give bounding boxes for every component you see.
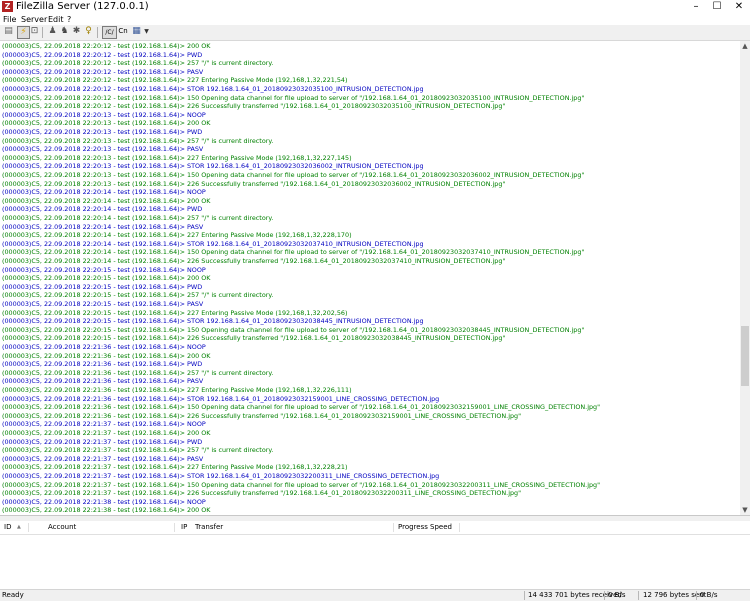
key-icon[interactable]: ♀: [83, 26, 94, 37]
settings-icon[interactable]: ✱: [71, 26, 82, 37]
log-response-line: (000003)C5, 22.09.2018 22:21:37 - test (…: [2, 480, 601, 489]
log-response-line: (000003)C5, 22.09.2018 22:20:12 - test (…: [2, 59, 274, 68]
close-button[interactable]: ✕: [729, 0, 749, 14]
log-command-line: (000003)C5, 22.09.2018 22:20:14 - test (…: [2, 239, 424, 248]
log-response-line: (000003)C5, 22.09.2018 22:21:37 - test (…: [2, 446, 274, 455]
lock-icon[interactable]: ⊡: [29, 26, 40, 37]
menu-file[interactable]: File: [3, 14, 16, 25]
log-command-line: (000003)C5, 22.09.2018 22:21:37 - test (…: [2, 472, 440, 480]
log-response-line: (000003)C5, 22.09.2018 22:20:15 - test (…: [2, 274, 211, 283]
log-response-line: (000003)C5, 22.09.2018 22:21:38 - test (…: [2, 506, 211, 515]
server-online-icon[interactable]: ▤: [3, 26, 14, 37]
log-command-line: (000003)C5, 22.09.2018 22:20:15 - test (…: [2, 282, 203, 291]
path-toggle-button[interactable]: /C/: [102, 26, 117, 39]
log-response-line: (000003)C5, 22.09.2018 22:21:36 - test (…: [2, 368, 274, 377]
column-account[interactable]: Account: [48, 521, 76, 534]
log-command-line: (000003)C5, 22.09.2018 22:21:37 - test (…: [2, 437, 203, 446]
log-response-line: (000003)C5, 22.09.2018 22:20:13 - test (…: [2, 136, 274, 145]
log-response-line: (000003)C5, 22.09.2018 22:20:14 - test (…: [2, 231, 352, 240]
log-command-line: (000003)C5, 22.09.2018 22:20:13 - test (…: [2, 110, 206, 119]
column-transfer[interactable]: Transfer: [195, 521, 223, 534]
log-pane[interactable]: (000003)C5, 22.09.2018 22:20:12 - test (…: [0, 41, 740, 515]
send-speed: 0 B/s: [700, 591, 718, 599]
log-response-line: (000003)C5, 22.09.2018 22:20:14 - test (…: [2, 257, 506, 265]
log-response-line: (000003)C5, 22.09.2018 22:20:13 - test (…: [2, 179, 506, 188]
log-command-line: (000003)C5, 22.09.2018 22:20:15 - test (…: [2, 317, 424, 326]
log-command-line: (000003)C5, 22.09.2018 22:20:12 - test (…: [2, 67, 204, 76]
log-command-line: (000003)C5, 22.09.2018 22:20:12 - test (…: [2, 85, 424, 93]
sort-arrow-icon: ▲: [17, 524, 21, 530]
column-id[interactable]: ID: [4, 521, 11, 534]
scrollbar-thumb[interactable]: [741, 326, 749, 386]
menu-edit[interactable]: Edit: [48, 14, 64, 25]
log-command-line: (000003)C5, 22.09.2018 22:20:15 - test (…: [2, 265, 206, 274]
filezilla-app-icon: Z: [2, 1, 13, 12]
log-command-line: (000003)C5, 22.09.2018 22:21:37 - test (…: [2, 454, 204, 463]
user-icon[interactable]: ♟: [47, 26, 58, 37]
cn-toggle-button[interactable]: Cn: [117, 26, 129, 37]
scroll-down-icon[interactable]: ▼: [740, 505, 750, 515]
log-response-line: (000003)C5, 22.09.2018 22:20:14 - test (…: [2, 214, 274, 222]
menu-bar: File Server Edit ?: [0, 14, 750, 25]
log-response-line: (000003)C5, 22.09.2018 22:21:36 - test (…: [2, 351, 211, 360]
title-bar: Z FileZilla Server (127.0.0.1) – ☐ ✕: [0, 0, 750, 14]
log-command-line: (000003)C5, 22.09.2018 22:20:13 - test (…: [2, 145, 204, 154]
log-response-line: (000003)C5, 22.09.2018 22:20:14 - test (…: [2, 196, 211, 205]
log-response-line: (000003)C5, 22.09.2018 22:20:15 - test (…: [2, 308, 348, 317]
log-response-line: (000003)C5, 22.09.2018 22:21:37 - test (…: [2, 489, 522, 498]
log-command-line: (000003)C5, 22.09.2018 22:20:14 - test (…: [2, 188, 206, 197]
menu-help[interactable]: ?: [67, 14, 71, 25]
log-response-line: (000003)C5, 22.09.2018 22:21:36 - test (…: [2, 386, 352, 394]
status-bar: Ready 14 433 701 bytes received 0 B/s 12…: [0, 589, 750, 601]
chevron-down-icon[interactable]: ▼: [141, 26, 152, 37]
log-response-line: (000003)C5, 22.09.2018 22:20:15 - test (…: [2, 325, 585, 334]
log-response-line: (000003)C5, 22.09.2018 22:20:14 - test (…: [2, 248, 585, 257]
log-command-line: (000003)C5, 22.09.2018 22:21:36 - test (…: [2, 343, 206, 351]
window-title: FileZilla Server (127.0.0.1): [16, 1, 149, 12]
log-command-line: (000003)C5, 22.09.2018 22:20:13 - test (…: [2, 162, 424, 171]
menu-server[interactable]: Server: [21, 14, 47, 25]
log-response-line: (000003)C5, 22.09.2018 22:20:12 - test (…: [2, 93, 585, 102]
log-command-line: (000003)C5, 22.09.2018 22:21:36 - test (…: [2, 377, 204, 386]
log-response-line: (000003)C5, 22.09.2018 22:20:13 - test (…: [2, 119, 211, 128]
transfer-list-header: ID ▲ Account IP Transfer Progress Speed: [0, 521, 750, 535]
log-response-line: (000003)C5, 22.09.2018 22:21:36 - test (…: [2, 411, 522, 420]
log-response-line: (000003)C5, 22.09.2018 22:20:12 - test (…: [2, 76, 348, 85]
column-speed[interactable]: Speed: [430, 521, 452, 534]
column-progress[interactable]: Progress: [398, 521, 428, 534]
log-command-line: (000003)C5, 22.09.2018 22:20:15 - test (…: [2, 300, 204, 308]
log-command-line: (000003)C5, 22.09.2018 22:20:12 - test (…: [2, 50, 203, 59]
log-response-line: (000003)C5, 22.09.2018 22:20:13 - test (…: [2, 153, 352, 162]
transfer-list[interactable]: ID ▲ Account IP Transfer Progress Speed: [0, 521, 750, 589]
toolbar: ▤ ⚡ ⊡ ♟ ♞ ✱ ♀ /C/ Cn ▦ ▼: [0, 25, 750, 41]
scroll-up-icon[interactable]: ▲: [740, 41, 750, 51]
log-response-line: (000003)C5, 22.09.2018 22:20:15 - test (…: [2, 334, 506, 343]
column-ip[interactable]: IP: [181, 521, 187, 534]
log-response-line: (000003)C5, 22.09.2018 22:20:12 - test (…: [2, 42, 211, 50]
log-scrollbar[interactable]: ▲ ▼: [740, 41, 750, 515]
minimize-button[interactable]: –: [686, 0, 706, 14]
log-command-line: (000003)C5, 22.09.2018 22:20:13 - test (…: [2, 128, 203, 136]
group-icon[interactable]: ♞: [59, 26, 70, 37]
log-command-line: (000003)C5, 22.09.2018 22:21:36 - test (…: [2, 360, 203, 369]
status-text: Ready: [2, 591, 24, 599]
receive-speed: 0 B/s: [608, 591, 626, 599]
log-command-line: (000003)C5, 22.09.2018 22:21:38 - test (…: [2, 497, 206, 506]
log-response-line: (000003)C5, 22.09.2018 22:21:37 - test (…: [2, 429, 211, 437]
log-response-line: (000003)C5, 22.09.2018 22:20:12 - test (…: [2, 102, 506, 111]
log-command-line: (000003)C5, 22.09.2018 22:21:37 - test (…: [2, 420, 206, 429]
log-response-line: (000003)C5, 22.09.2018 22:21:37 - test (…: [2, 463, 348, 472]
log-response-line: (000003)C5, 22.09.2018 22:21:36 - test (…: [2, 403, 601, 412]
log-response-line: (000003)C5, 22.09.2018 22:20:15 - test (…: [2, 291, 274, 300]
log-command-line: (000003)C5, 22.09.2018 22:21:36 - test (…: [2, 394, 440, 403]
log-command-line: (000003)C5, 22.09.2018 22:20:14 - test (…: [2, 205, 203, 214]
log-response-line: (000003)C5, 22.09.2018 22:20:13 - test (…: [2, 171, 585, 179]
maximize-button[interactable]: ☐: [707, 0, 727, 14]
log-command-line: (000003)C5, 22.09.2018 22:20:14 - test (…: [2, 222, 204, 231]
